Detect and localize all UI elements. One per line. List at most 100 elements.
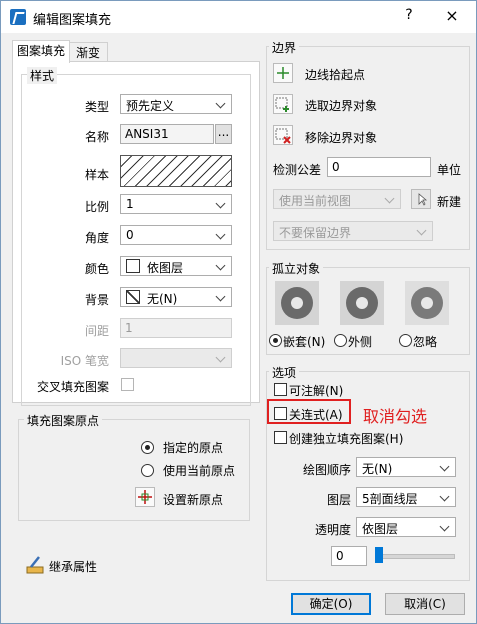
app-icon bbox=[10, 9, 26, 25]
layer-select[interactable]: 5剖面线层 bbox=[356, 487, 456, 507]
hatch-tab-panel: 样式 类型 预先定义 名称 ANSI31 ... 样本 比例 1 角度 0 颜色… bbox=[12, 61, 260, 406]
cancel-button[interactable]: 取消(C) bbox=[385, 593, 465, 615]
island-ignore-label: 忽略 bbox=[413, 335, 438, 349]
island-ignore-icon[interactable] bbox=[405, 281, 449, 325]
sample-label: 样本 bbox=[84, 168, 109, 182]
angle-value: 0 bbox=[126, 228, 134, 242]
transparency-number-field[interactable]: 0 bbox=[331, 546, 367, 566]
color-select[interactable]: 依图层 bbox=[120, 256, 232, 276]
angle-select[interactable]: 0 bbox=[120, 225, 232, 245]
island-group-title: 孤立对象 bbox=[269, 260, 324, 277]
retain-boundary-value: 不要保留边界 bbox=[279, 226, 352, 240]
transparency-slider-track[interactable] bbox=[375, 554, 455, 559]
remove-boundary-icon[interactable] bbox=[273, 125, 293, 145]
iso-pen-width-label: ISO 笔宽 bbox=[60, 354, 109, 368]
tab-hatch[interactable]: 图案填充 bbox=[12, 40, 70, 63]
transparency-label: 透明度 bbox=[314, 523, 351, 537]
transparency-value: 依图层 bbox=[362, 522, 399, 536]
chevron-down-icon bbox=[215, 351, 227, 365]
remove-boundary-label[interactable]: 移除边界对象 bbox=[305, 129, 377, 146]
boundary-group bbox=[266, 46, 470, 250]
tolerance-unit-label: 单位 bbox=[437, 163, 462, 177]
spacing-value: 1 bbox=[125, 321, 133, 335]
inherit-properties-icon[interactable] bbox=[25, 555, 45, 575]
layer-label: 图层 bbox=[326, 493, 351, 507]
boundary-set-value: 使用当前视图 bbox=[279, 194, 352, 208]
type-value: 预先定义 bbox=[126, 99, 175, 113]
background-select[interactable]: 无(N) bbox=[120, 287, 232, 307]
pattern-sample-preview[interactable] bbox=[120, 155, 232, 187]
transparency-slider-thumb[interactable] bbox=[375, 547, 383, 563]
separate-hatch-label: 创建独立填充图案(H) bbox=[289, 432, 404, 446]
island-nested-radio[interactable] bbox=[269, 334, 282, 347]
associative-highlight-box bbox=[267, 399, 351, 424]
name-field[interactable]: ANSI31 bbox=[120, 124, 214, 144]
new-boundary-set-label[interactable]: 新建 bbox=[437, 193, 461, 210]
tolerance-field[interactable]: 0 bbox=[327, 157, 431, 177]
scale-select[interactable]: 1 bbox=[120, 194, 232, 214]
type-label: 类型 bbox=[84, 100, 109, 114]
chevron-down-icon bbox=[215, 97, 227, 111]
separate-hatch-checkbox[interactable] bbox=[274, 431, 287, 444]
draw-order-label: 绘图顺序 bbox=[302, 463, 351, 477]
current-origin-label: 使用当前原点 bbox=[163, 464, 236, 478]
boundary-group-title: 边界 bbox=[269, 39, 300, 56]
background-label: 背景 bbox=[84, 293, 109, 307]
island-outer-label: 外侧 bbox=[348, 335, 373, 349]
chevron-down-icon bbox=[439, 520, 451, 534]
set-origin-icon[interactable] bbox=[135, 487, 155, 507]
island-nested-icon[interactable] bbox=[275, 281, 319, 325]
title-bar: 编辑图案填充 ? × bbox=[1, 1, 476, 33]
color-value: 依图层 bbox=[147, 261, 184, 275]
origin-group-title: 填充图案原点 bbox=[24, 412, 103, 429]
island-outer-icon[interactable] bbox=[340, 281, 384, 325]
chevron-down-icon bbox=[215, 259, 227, 273]
tolerance-label: 检测公差 bbox=[273, 163, 322, 177]
layer-value: 5剖面线层 bbox=[362, 492, 418, 506]
transparency-number: 0 bbox=[336, 549, 344, 563]
close-button[interactable]: × bbox=[441, 6, 463, 28]
boundary-set-select[interactable]: 使用当前视图 bbox=[273, 189, 401, 209]
island-hole bbox=[291, 297, 303, 309]
window-title: 编辑图案填充 bbox=[33, 13, 112, 28]
annotative-label: 可注解(N) bbox=[289, 384, 344, 398]
select-objects-icon[interactable] bbox=[273, 94, 293, 114]
tab-gradient[interactable]: 渐变 bbox=[68, 42, 108, 63]
edit-hatch-dialog: 编辑图案填充 ? × 图案填充 渐变 样式 类型 预先定义 名称 ANSI31 … bbox=[0, 0, 477, 624]
draw-order-select[interactable]: 无(N) bbox=[356, 457, 456, 477]
pick-points-label[interactable]: 边线拾起点 bbox=[305, 66, 365, 83]
select-objects-label[interactable]: 选取边界对象 bbox=[305, 97, 377, 114]
inherit-properties-label[interactable]: 继承属性 bbox=[49, 558, 97, 575]
island-hole bbox=[356, 297, 368, 309]
scale-value: 1 bbox=[126, 197, 134, 211]
help-button[interactable]: ? bbox=[399, 7, 419, 27]
chevron-down-icon bbox=[215, 228, 227, 242]
transparency-select[interactable]: 依图层 bbox=[356, 517, 456, 537]
type-select[interactable]: 预先定义 bbox=[120, 94, 232, 114]
uncheck-annotation: 取消勾选 bbox=[363, 407, 428, 426]
style-group-title: 样式 bbox=[27, 67, 58, 84]
retain-boundary-select[interactable]: 不要保留边界 bbox=[273, 221, 433, 241]
background-value: 无(N) bbox=[147, 292, 178, 306]
island-outer-radio[interactable] bbox=[334, 334, 347, 347]
scale-label: 比例 bbox=[84, 200, 109, 214]
ok-button[interactable]: 确定(O) bbox=[291, 593, 371, 615]
island-ignore-radio[interactable] bbox=[399, 334, 412, 347]
pick-points-icon[interactable] bbox=[273, 63, 293, 83]
chevron-down-icon bbox=[215, 290, 227, 304]
spacing-label: 间距 bbox=[84, 324, 109, 338]
specified-origin-radio[interactable] bbox=[141, 441, 154, 454]
cross-hatch-checkbox[interactable] bbox=[121, 378, 134, 391]
name-label: 名称 bbox=[84, 130, 109, 144]
browse-pattern-button[interactable]: ... bbox=[215, 124, 232, 144]
options-group-title: 选项 bbox=[269, 364, 300, 381]
chevron-down-icon bbox=[215, 197, 227, 211]
chevron-down-icon bbox=[439, 490, 451, 504]
annotative-checkbox[interactable] bbox=[274, 383, 287, 396]
new-boundary-set-icon[interactable] bbox=[411, 189, 431, 209]
iso-pen-width-select[interactable] bbox=[120, 348, 232, 368]
set-new-origin-label[interactable]: 设置新原点 bbox=[163, 491, 223, 508]
current-origin-radio[interactable] bbox=[141, 464, 154, 477]
island-nested-label: 嵌套(N) bbox=[283, 335, 326, 349]
spacing-field[interactable]: 1 bbox=[120, 318, 232, 338]
